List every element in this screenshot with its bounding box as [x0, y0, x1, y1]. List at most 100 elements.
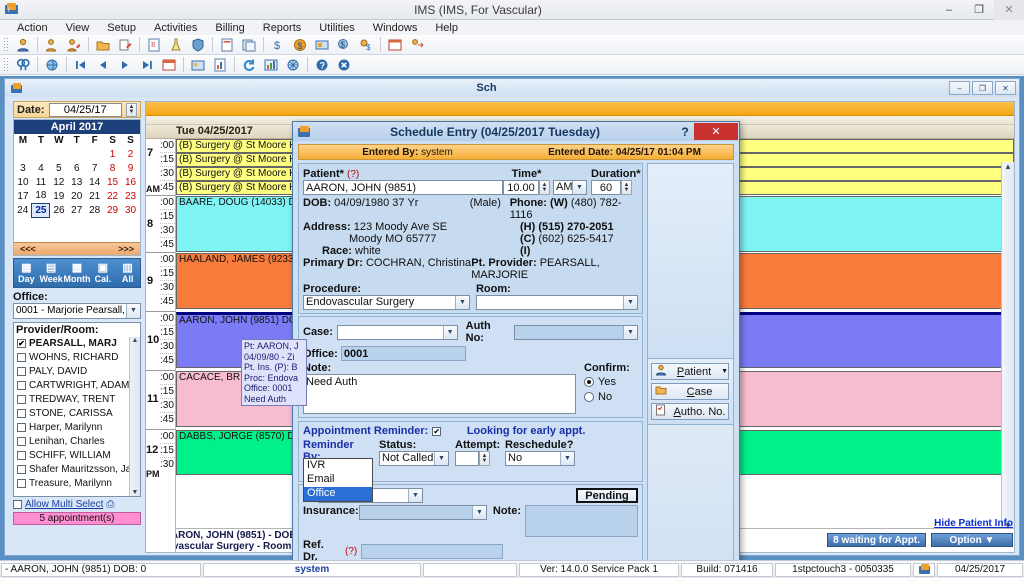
calendar-day[interactable]: 17 — [14, 189, 32, 203]
chevron-down-icon[interactable]: ▼ — [434, 452, 448, 465]
room-dropdown[interactable]: ▼ — [475, 295, 638, 310]
provider-items[interactable]: ✔ PEARSALL, MARJ WOHNS, RICHARD PALY, DA… — [14, 336, 140, 496]
copy-page-icon[interactable] — [239, 36, 259, 54]
edit-note-icon[interactable] — [115, 36, 135, 54]
calendar-day[interactable]: 22 — [104, 189, 122, 203]
menu-item-setup[interactable]: Setup — [98, 22, 145, 34]
close-icon[interactable]: ✕ — [994, 0, 1024, 20]
hide-patient-info-link[interactable]: Hide Patient Info — [934, 518, 1013, 529]
provider-item[interactable]: Treasure, Marilynn — [14, 477, 140, 491]
provider-checkbox[interactable] — [17, 465, 26, 474]
ampm-dropdown[interactable]: AM ▼ — [553, 180, 587, 195]
calendar-day[interactable]: 3 — [14, 161, 32, 175]
chevron-down-icon[interactable]: ▼ — [442, 325, 457, 339]
calendar-day[interactable]: 13 — [68, 175, 86, 189]
date-spinner[interactable]: ▲ ▼ — [126, 102, 137, 117]
case-button[interactable]: Case — [651, 383, 729, 400]
calendar-day[interactable] — [32, 147, 50, 161]
attempt-spinner[interactable]: ▲ ▼ — [479, 451, 490, 466]
provider-item[interactable]: WOHNS, RICHARD — [14, 351, 140, 365]
view-mode-all[interactable]: ▥ All — [115, 259, 140, 287]
reminder-by-open-list[interactable]: IVR Email Office — [303, 458, 373, 502]
ref-dr-input[interactable] — [361, 543, 503, 559]
chevron-down-icon[interactable]: ▼ — [126, 303, 140, 318]
calendar-day[interactable]: 6 — [68, 161, 86, 175]
menu-item-activities[interactable]: Activities — [145, 22, 206, 34]
ref-dr-help-icon[interactable]: (?) — [345, 546, 357, 557]
calendar-day[interactable]: 15 — [104, 175, 122, 189]
calendar-last-button[interactable]: >> — [123, 244, 134, 254]
add-patient-icon[interactable] — [42, 36, 62, 54]
provider-checkbox[interactable] — [17, 423, 26, 432]
calendar-day[interactable]: 5 — [50, 161, 68, 175]
provider-checkbox[interactable] — [17, 395, 26, 404]
calendar-day[interactable]: 23 — [122, 189, 140, 203]
calendar-first-button[interactable]: << — [20, 244, 31, 254]
appointment-reminder-checkbox[interactable]: ✔ — [432, 426, 442, 436]
autho-no-button[interactable]: Autho. No. — [651, 403, 729, 420]
calendar-day[interactable]: 28 — [86, 203, 104, 217]
patient-button[interactable]: Patient ▼ — [651, 363, 729, 380]
calendar-icon[interactable] — [159, 56, 179, 74]
confirm-no-radio-row[interactable]: No — [584, 391, 638, 403]
schedule-grid-icon[interactable] — [385, 36, 405, 54]
open-folder-icon[interactable] — [93, 36, 113, 54]
edit-patient-icon[interactable] — [64, 36, 84, 54]
provider-checkbox[interactable]: ✔ — [17, 339, 26, 348]
option-button[interactable]: Option ▼ — [931, 533, 1013, 547]
calendar-day[interactable]: 14 — [86, 175, 104, 189]
chevron-down-icon[interactable]: ▼ — [623, 296, 637, 309]
previous-record-icon[interactable] — [93, 56, 113, 74]
menu-item-reports[interactable]: Reports — [254, 22, 311, 34]
date-picker[interactable]: Date: 04/25/17 ▲ ▼ — [13, 101, 141, 118]
calendar-day[interactable]: 18 — [32, 189, 50, 203]
patient-input[interactable]: AARON, JOHN (9851) — [303, 180, 503, 195]
patient-card-icon[interactable] — [188, 56, 208, 74]
confirm-yes-radio[interactable] — [584, 377, 594, 387]
toolbar-grip-icon[interactable] — [3, 56, 9, 73]
help-icon[interactable]: ? — [676, 125, 694, 139]
calendar-day-selected[interactable]: 25 — [31, 202, 51, 218]
menu-item-windows[interactable]: Windows — [364, 22, 427, 34]
provider-list-scrollbar[interactable]: ▲ ▼ — [129, 336, 140, 496]
time-input[interactable]: 10.00 — [503, 180, 539, 195]
calendar-prev-button[interactable]: < — [31, 244, 36, 254]
calendar-day[interactable]: 8 — [104, 161, 122, 175]
provider-checkbox[interactable] — [17, 367, 26, 376]
insurance-dropdown[interactable]: ▼ — [359, 505, 487, 520]
calendar-day[interactable]: 16 — [122, 175, 140, 189]
scroll-up-icon[interactable]: ▲ — [1004, 162, 1012, 171]
calendar-day[interactable]: 2 — [122, 147, 140, 161]
chevron-down-icon[interactable]: ▼ — [560, 452, 574, 465]
charge-icon[interactable]: $ — [268, 36, 288, 54]
chevron-down-icon[interactable]: ▼ — [408, 489, 422, 502]
first-record-icon[interactable] — [71, 56, 91, 74]
minimize-icon[interactable]: – — [934, 0, 964, 20]
schedule-vertical-scrollbar[interactable]: ▲ ▼ — [1001, 162, 1014, 530]
menu-item-utilities[interactable]: Utilities — [310, 22, 363, 34]
status-dropdown[interactable]: Not Called ▼ — [379, 451, 449, 466]
calendar-day[interactable]: 7 — [86, 161, 104, 175]
calendar-day[interactable]: 29 — [104, 203, 122, 217]
scroll-down-icon[interactable]: ▼ — [132, 489, 139, 496]
view-mode-month[interactable]: ▩ Month — [64, 259, 91, 287]
last-record-icon[interactable] — [137, 56, 157, 74]
calendar-day[interactable]: 26 — [50, 203, 68, 217]
refresh-icon[interactable] — [239, 56, 259, 74]
provider-room-list[interactable]: Provider/Room: ✔ PEARSALL, MARJ WOHNS, R… — [13, 321, 141, 497]
report-chart-icon[interactable] — [261, 56, 281, 74]
confirm-yes-radio-row[interactable]: Yes — [584, 376, 638, 388]
calendar-day[interactable] — [50, 147, 68, 161]
calendar-day[interactable]: 27 — [68, 203, 86, 217]
shield-icon[interactable] — [188, 36, 208, 54]
exit-icon[interactable] — [334, 56, 354, 74]
calendar-day[interactable]: 9 — [122, 161, 140, 175]
menu-item-action[interactable]: Action — [8, 22, 57, 34]
schedule-maximize-icon[interactable]: ❐ — [972, 81, 993, 95]
calendar-day[interactable]: 24 — [14, 203, 32, 217]
calendar-day[interactable]: 10 — [14, 175, 32, 189]
office-dropdown[interactable]: 0001 - Marjorie Pearsall, M ▼ — [13, 302, 141, 319]
provider-item[interactable]: STONE, CARISSA — [14, 407, 140, 421]
auth-no-dropdown[interactable]: ▼ — [514, 324, 638, 340]
calendar-day[interactable]: 21 — [86, 189, 104, 203]
